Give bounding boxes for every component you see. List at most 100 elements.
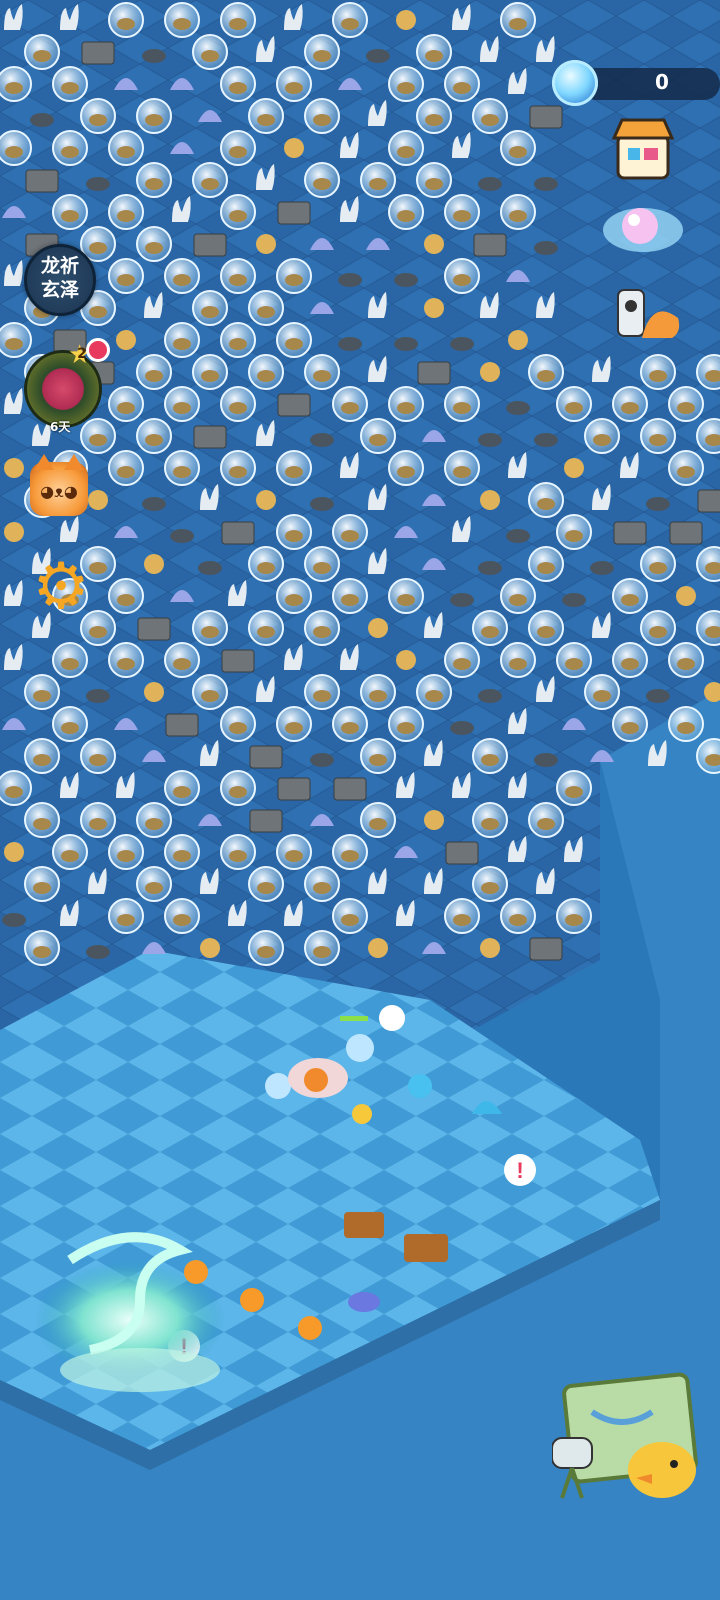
sponge-item	[480, 362, 500, 382]
rock-item	[646, 689, 670, 703]
shop-stall-icon[interactable]	[612, 116, 674, 182]
bubble-item	[136, 802, 172, 838]
sponge-item	[480, 938, 500, 958]
notification-dot	[86, 338, 110, 362]
rock-item	[366, 49, 390, 63]
bubble-item	[276, 514, 312, 550]
bubble-item	[108, 834, 144, 870]
bubble-item	[332, 578, 368, 614]
bubble-item	[332, 706, 368, 742]
bubble-item	[668, 386, 704, 422]
bubble-item	[192, 610, 228, 646]
rock-item	[450, 337, 474, 351]
bubble-item	[472, 610, 508, 646]
bubble-item	[472, 98, 508, 134]
bubble-item	[164, 642, 200, 678]
rock-item	[506, 401, 530, 415]
bubble-item	[360, 802, 396, 838]
chest-item	[277, 201, 311, 225]
bubble-item	[276, 706, 312, 742]
chest-item	[277, 777, 311, 801]
sponge-item	[368, 618, 388, 638]
bubble-item	[444, 194, 480, 230]
bubble-item	[108, 898, 144, 934]
bubble-item	[500, 578, 536, 614]
sponge-item	[4, 842, 24, 862]
bubble-item	[668, 706, 704, 742]
chest-item	[193, 425, 227, 449]
bubble-item	[304, 546, 340, 582]
dragon-event-button[interactable]: 龙祈 玄泽	[24, 244, 96, 316]
bubble-item	[388, 66, 424, 102]
chest-item	[697, 489, 720, 513]
bubble-item	[528, 546, 564, 582]
sponge-item	[676, 586, 696, 606]
sponge-item	[564, 458, 584, 478]
bubble-item	[304, 162, 340, 198]
bubble-item	[164, 258, 200, 294]
chest-item	[25, 169, 59, 193]
bubble-item	[304, 930, 340, 966]
bubble-item	[500, 642, 536, 678]
bubble-item	[360, 418, 396, 454]
bubble-item	[0, 770, 32, 806]
bubble-item	[24, 866, 60, 902]
bubble-item	[192, 354, 228, 390]
sponge-item	[88, 490, 108, 510]
bubble-item	[108, 258, 144, 294]
bubble-item	[164, 386, 200, 422]
bubble-item	[304, 674, 340, 710]
bubble-item	[528, 482, 564, 518]
bubble-item	[192, 674, 228, 710]
rock-item	[394, 337, 418, 351]
bubble-item	[108, 578, 144, 614]
chest-item	[165, 713, 199, 737]
bubble-item	[220, 2, 256, 38]
bubble-item	[612, 706, 648, 742]
sponge-item	[424, 810, 444, 830]
rock-item	[338, 337, 362, 351]
bubble-item	[612, 386, 648, 422]
rock-item	[2, 913, 26, 927]
bubble-item	[668, 450, 704, 486]
bubble-item	[584, 418, 620, 454]
bubble-item	[500, 130, 536, 166]
sponge-item	[284, 138, 304, 158]
bubble-item	[52, 706, 88, 742]
bubble-item	[136, 98, 172, 134]
bubble-item	[444, 642, 480, 678]
bubble-item	[248, 98, 284, 134]
bubble-item	[528, 802, 564, 838]
chest-item	[193, 233, 227, 257]
bubble-item	[220, 706, 256, 742]
bubble-item	[52, 66, 88, 102]
pearl-event-icon[interactable]	[600, 196, 686, 260]
sponge-item	[396, 10, 416, 30]
bubble-item	[24, 738, 60, 774]
bubble-item	[248, 930, 284, 966]
bubble-item	[416, 34, 452, 70]
map-camera-button[interactable]	[552, 1372, 702, 1508]
chest-item	[333, 777, 367, 801]
sponge-item	[396, 650, 416, 670]
bubble-item	[248, 610, 284, 646]
bubble-item	[80, 98, 116, 134]
cat-ear-left	[34, 454, 54, 470]
rock-item	[534, 177, 558, 191]
bubble-item	[220, 130, 256, 166]
bubble-item	[276, 258, 312, 294]
bubble-item	[556, 898, 592, 934]
bubble-item	[164, 834, 200, 870]
bubble-item	[556, 386, 592, 422]
sponge-item	[116, 330, 136, 350]
bubble-currency-counter[interactable]: 0	[552, 60, 720, 106]
cat-character-button[interactable]: ◕ᴥ◕	[30, 454, 88, 516]
shell-gift-icon[interactable]	[612, 284, 682, 344]
bubble-item	[108, 450, 144, 486]
bubble-item	[388, 130, 424, 166]
bubble-item	[332, 898, 368, 934]
settings-button[interactable]: ⚙	[30, 555, 92, 619]
rock-item	[170, 529, 194, 543]
bubble-item	[52, 130, 88, 166]
bubble-item	[304, 354, 340, 390]
